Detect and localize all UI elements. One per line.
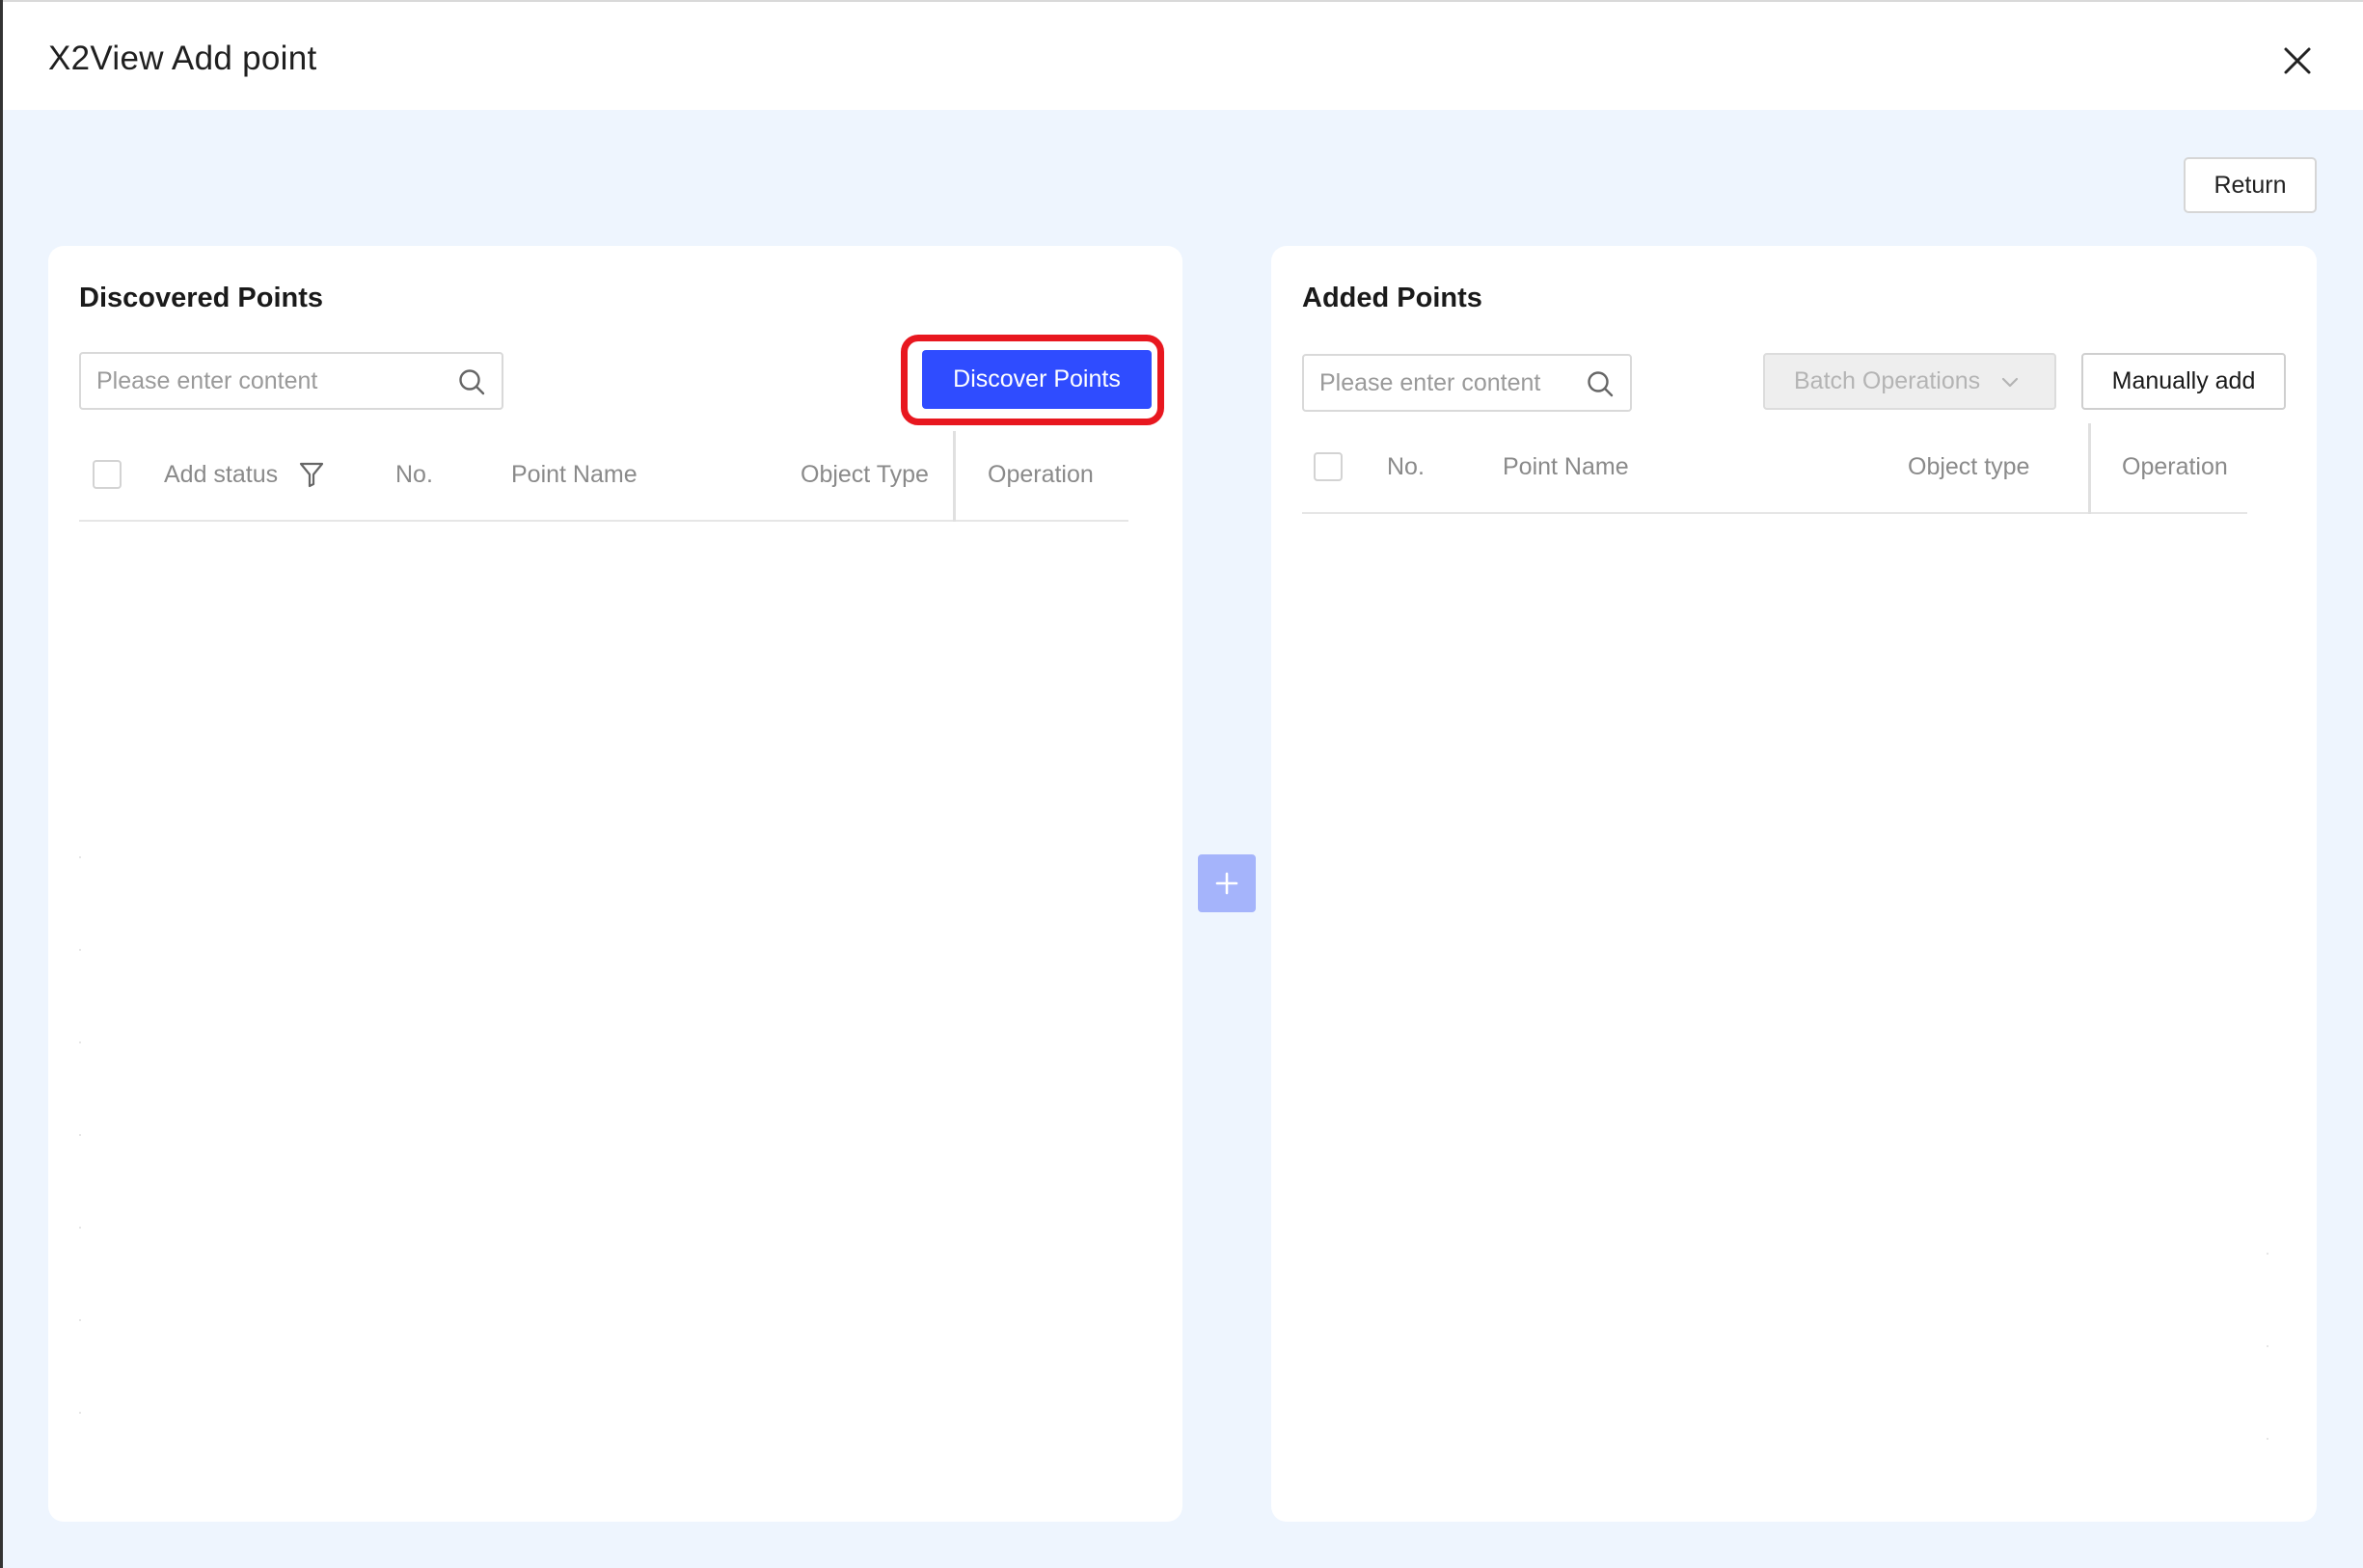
batch-operations-label: Batch Operations: [1794, 367, 1981, 394]
added-points-title: Added Points: [1302, 283, 1482, 313]
discovered-search-input[interactable]: [81, 354, 502, 408]
column-object-type: Object type: [1908, 453, 2030, 480]
row-divider-mark: [79, 1134, 81, 1136]
discover-points-button[interactable]: Discover Points: [922, 350, 1152, 409]
column-resize-handle[interactable]: [2088, 423, 2091, 514]
add-to-added-points-button[interactable]: [1198, 854, 1256, 912]
close-icon: [2284, 47, 2311, 74]
added-table-body: [1302, 516, 2286, 1490]
search-icon[interactable]: [1586, 369, 1615, 398]
row-divider-mark: [79, 1041, 81, 1043]
return-button[interactable]: Return: [2184, 157, 2317, 213]
added-search-input[interactable]: [1304, 356, 1630, 410]
column-point-name: Point Name: [511, 461, 638, 488]
search-icon[interactable]: [457, 367, 486, 396]
column-no: No.: [1387, 453, 1425, 480]
column-operation: Operation: [988, 461, 1094, 488]
column-add-status[interactable]: Add status: [164, 461, 278, 489]
discovered-search: [79, 352, 503, 410]
column-object-type: Object Type: [801, 461, 929, 488]
filter-icon[interactable]: [299, 461, 324, 488]
dialog-header: X2View Add point: [3, 0, 2363, 110]
added-table-header: No. Point Name Object type Operation: [1302, 423, 2247, 514]
manually-add-button[interactable]: Manually add: [2081, 353, 2286, 410]
column-operation: Operation: [2122, 453, 2228, 480]
discovered-points-title: Discovered Points: [79, 283, 324, 313]
added-search: [1302, 354, 1632, 412]
column-no: No.: [395, 461, 433, 488]
row-divider-mark: [79, 1319, 81, 1321]
row-divider-mark: [79, 949, 81, 951]
discovered-table-header: Add status No. Point Name Object Type Op…: [79, 431, 1128, 522]
row-divider-mark: [2267, 1438, 2268, 1440]
row-divider-mark: [79, 1227, 81, 1229]
row-divider-mark: [2267, 1345, 2268, 1347]
column-point-name: Point Name: [1503, 453, 1629, 480]
discovered-table-body: [79, 524, 1128, 1488]
close-button[interactable]: [2281, 44, 2314, 77]
row-divider-mark: [79, 1412, 81, 1414]
column-resize-handle[interactable]: [953, 431, 956, 522]
select-all-checkbox[interactable]: [93, 460, 122, 489]
added-points-panel: Added Points Batch Operations Manually a…: [1271, 246, 2317, 1522]
window-left-edge: [0, 0, 3, 1568]
discovered-points-panel: Discovered Points Discover Points Add st…: [48, 246, 1182, 1522]
plus-icon: [1215, 872, 1238, 895]
dialog-title: X2View Add point: [48, 40, 317, 77]
chevron-down-icon: [2001, 377, 2019, 388]
select-all-checkbox[interactable]: [1314, 452, 1343, 481]
batch-operations-dropdown[interactable]: Batch Operations: [1763, 353, 2056, 410]
row-divider-mark: [79, 856, 81, 858]
row-divider-mark: [2267, 1253, 2268, 1255]
